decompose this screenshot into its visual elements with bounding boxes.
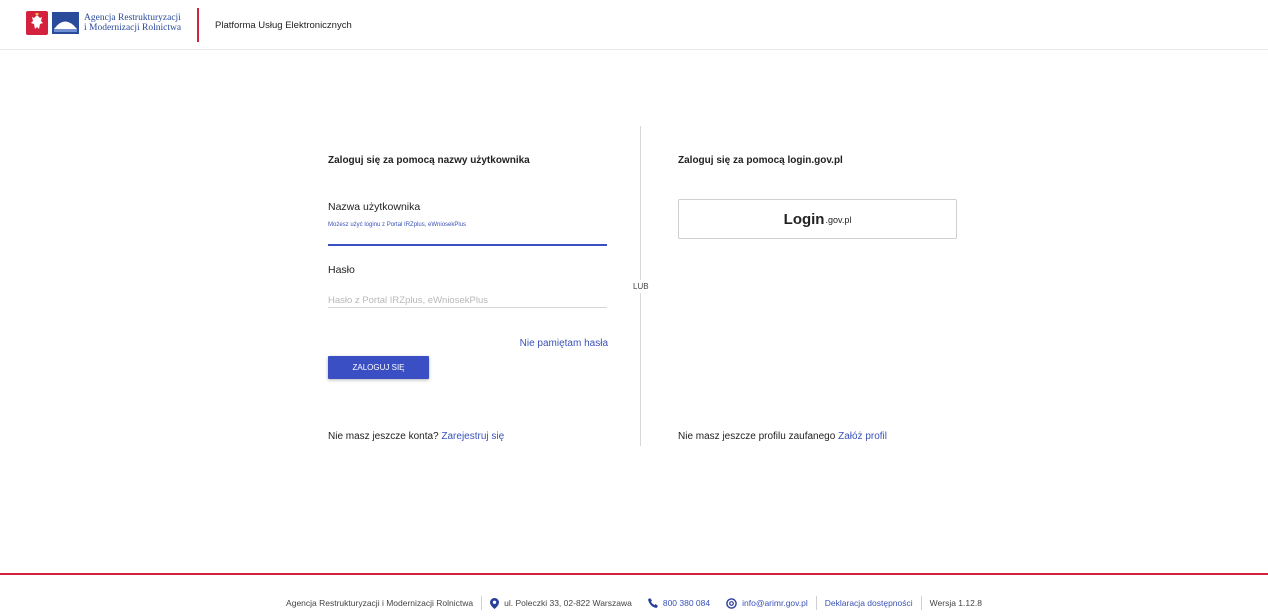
agency-name: Agencja Restrukturyzacji i Modernizacji … xyxy=(84,13,181,33)
login-button[interactable]: ZALOGUJ SIĘ xyxy=(328,356,429,379)
no-profile-text: Nie masz jeszcze profilu zaufanego xyxy=(678,431,836,442)
footer-email-text[interactable]: info@arimr.gov.pl xyxy=(742,598,808,608)
logingov-button[interactable]: Login .gov.pl xyxy=(678,199,957,239)
username-label: Nazwa użytkownika xyxy=(328,201,421,213)
register-link[interactable]: Zarejestruj się xyxy=(441,431,504,442)
password-input-placeholder[interactable]: Hasło z Portal IRZplus, eWniosekPlus xyxy=(328,295,488,306)
footer-agency: Agencja Restrukturyzacji i Modernizacji … xyxy=(286,598,474,608)
password-input[interactable] xyxy=(328,307,607,308)
footer-phone-text[interactable]: 800 380 084 xyxy=(663,598,710,608)
logingov-brand-domain: .gov.pl xyxy=(825,215,852,225)
location-pin-icon xyxy=(490,597,500,609)
footer-address-text: ul. Poleczki 33, 02-822 Warszawa xyxy=(504,598,632,608)
password-label: Hasło xyxy=(328,264,355,276)
footer-phone[interactable]: 800 380 084 xyxy=(640,598,718,608)
header-separator xyxy=(197,8,199,42)
logingov-brand-main: Login xyxy=(783,210,825,228)
top-header: Agencja Restrukturyzacji i Modernizacji … xyxy=(0,0,1268,50)
app-version: Wersja 1.12.8 xyxy=(929,598,982,608)
at-sign-icon xyxy=(726,597,737,609)
poland-emblem-icon xyxy=(26,11,48,35)
logingov-title: Zaloguj się za pomocą login.gov.pl xyxy=(678,155,843,166)
arimr-logo-icon xyxy=(52,12,79,34)
footer-address: ul. Poleczki 33, 02-822 Warszawa xyxy=(482,597,640,609)
accessibility-declaration-link[interactable]: Deklaracja dostępności xyxy=(817,598,921,608)
footer-email[interactable]: info@arimr.gov.pl xyxy=(718,597,816,609)
username-hint: Możesz użyć loginu z Portal IRZplus, eWn… xyxy=(328,222,467,228)
or-label: LUB xyxy=(632,280,650,293)
create-profile-link[interactable]: Załóż profil xyxy=(838,431,887,442)
register-prompt: Nie masz jeszcze konta? Zarejestruj się xyxy=(328,431,504,442)
no-account-text: Nie masz jeszcze konta? xyxy=(328,431,439,442)
platform-title: Platforma Usług Elektronicznych xyxy=(215,20,352,31)
username-login-title: Zaloguj się za pomocą nazwy użytkownika xyxy=(328,155,530,166)
forgot-password-link[interactable]: Nie pamiętam hasła xyxy=(520,338,608,349)
agency-name-line1: Agencja Restrukturyzacji xyxy=(84,13,181,23)
phone-icon xyxy=(647,598,658,608)
agency-name-line2: i Modernizacji Rolnictwa xyxy=(84,23,182,33)
footer-accent-bar xyxy=(0,573,1268,575)
username-input[interactable] xyxy=(328,244,607,246)
page-footer: Agencja Restrukturyzacji i Modernizacji … xyxy=(0,596,1268,610)
create-profile-prompt: Nie masz jeszcze profilu zaufanego Załóż… xyxy=(678,431,887,442)
